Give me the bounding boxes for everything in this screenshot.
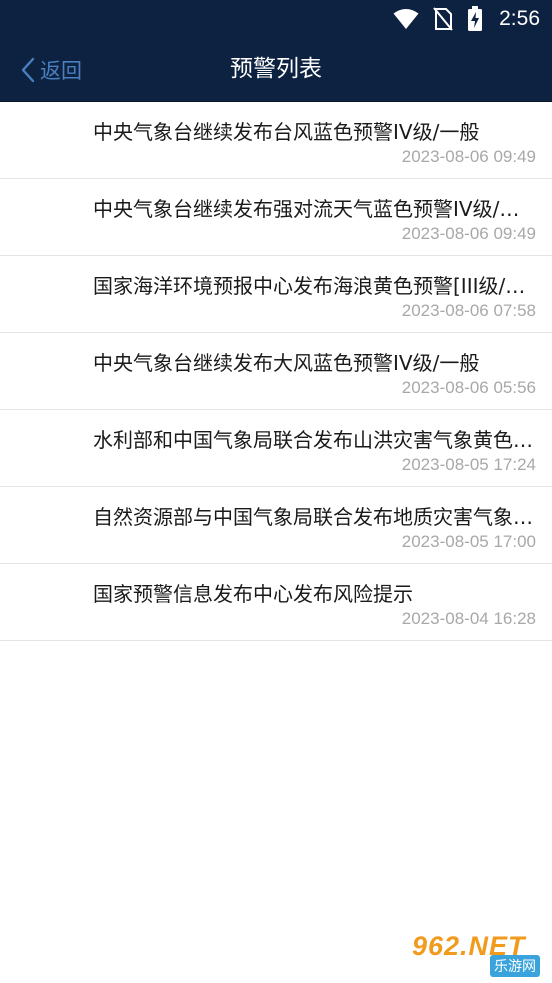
- back-label: 返回: [40, 58, 82, 83]
- warning-list-item[interactable]: 水利部和中国气象局联合发布山洪灾害气象黄色预警 2023-08-05 17:24: [0, 410, 552, 487]
- site-watermark-logo: 962.NET 乐游网: [412, 931, 544, 977]
- warning-timestamp: 2023-08-06 09:49: [401, 147, 536, 166]
- header-bar: 返回 预警列表: [0, 38, 552, 102]
- warning-timestamp: 2023-08-05 17:00: [401, 532, 536, 551]
- warning-list-item[interactable]: 国家预警信息发布中心发布风险提示 2023-08-04 16:28: [0, 564, 552, 641]
- back-button[interactable]: 返回: [20, 38, 82, 101]
- watermark-sub-text: 乐游网: [490, 955, 540, 977]
- warning-list-item[interactable]: 中央气象台继续发布大风蓝色预警IV级/一般 2023-08-06 05:56: [0, 333, 552, 410]
- warning-title: 中央气象台继续发布台风蓝色预警IV级/一般: [93, 120, 480, 144]
- warning-title: 中央气象台继续发布强对流天气蓝色预警IV级/一般: [93, 197, 538, 221]
- warning-title: 国家预警信息发布中心发布风险提示: [93, 582, 413, 606]
- warning-title: 中央气象台继续发布大风蓝色预警IV级/一般: [93, 351, 480, 375]
- warning-list-item[interactable]: 国家海洋环境预报中心发布海浪黄色预警[III级/较重] 2023-08-06 0…: [0, 256, 552, 333]
- status-time: 2:56: [499, 7, 540, 30]
- status-bar: 2:56: [0, 0, 552, 38]
- warning-list-item[interactable]: 中央气象台继续发布强对流天气蓝色预警IV级/一般 2023-08-06 09:4…: [0, 179, 552, 256]
- warning-timestamp: 2023-08-06 05:56: [401, 378, 536, 397]
- chevron-left-icon: [20, 57, 40, 83]
- page-title: 预警列表: [230, 56, 322, 82]
- warning-title: 水利部和中国气象局联合发布山洪灾害气象黄色预警: [93, 428, 538, 452]
- warning-list-item[interactable]: 中央气象台继续发布台风蓝色预警IV级/一般 2023-08-06 09:49: [0, 102, 552, 179]
- warning-timestamp: 2023-08-04 16:28: [401, 609, 536, 628]
- warning-timestamp: 2023-08-05 17:24: [401, 455, 536, 474]
- warning-title: 国家海洋环境预报中心发布海浪黄色预警[III级/较重]: [93, 274, 538, 298]
- no-sim-icon: [433, 7, 453, 31]
- warning-title: 自然资源部与中国气象局联合发布地质灾害气象风险预警: [93, 505, 538, 529]
- app-screen: 2:56 返回 预警列表 中央气象台继续发布台风蓝色预警IV级/一般 2023-…: [0, 0, 552, 983]
- battery-charging-icon: [467, 6, 483, 32]
- wifi-icon: [393, 8, 419, 30]
- warning-list-item[interactable]: 自然资源部与中国气象局联合发布地质灾害气象风险预警 2023-08-05 17:…: [0, 487, 552, 564]
- status-icons: 2:56: [393, 0, 540, 38]
- warning-timestamp: 2023-08-06 07:58: [401, 301, 536, 320]
- warning-timestamp: 2023-08-06 09:49: [401, 224, 536, 243]
- warning-list: 中央气象台继续发布台风蓝色预警IV级/一般 2023-08-06 09:49 中…: [0, 102, 552, 641]
